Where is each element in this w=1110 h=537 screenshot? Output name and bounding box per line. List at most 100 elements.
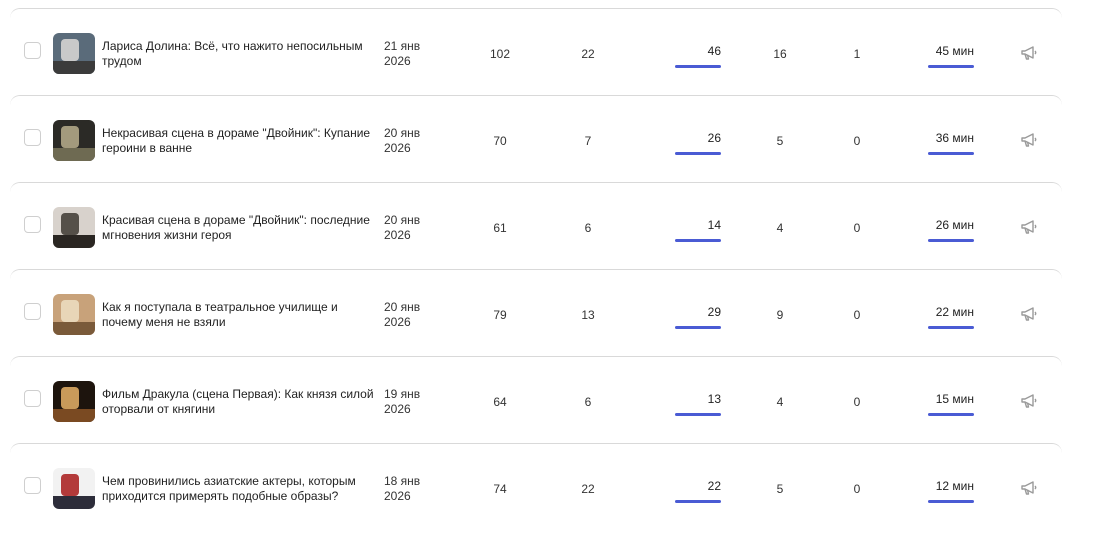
read-time-bar xyxy=(928,152,974,155)
shares-count: 0 xyxy=(853,221,861,235)
read-time-metric: 12 мин xyxy=(928,479,974,503)
megaphone-icon[interactable] xyxy=(1020,132,1038,148)
article-title[interactable]: Красивая сцена в дораме "Двойник": после… xyxy=(102,213,377,243)
read-time-bar xyxy=(928,500,974,503)
comments-count: 7 xyxy=(584,134,592,148)
publish-date-day: 21 янв xyxy=(384,39,421,53)
row-checkbox[interactable] xyxy=(24,42,41,59)
shares-count: 0 xyxy=(853,308,861,322)
read-time: 36 мин xyxy=(935,131,974,145)
read-time: 22 мин xyxy=(935,305,974,319)
likes-count: 5 xyxy=(776,482,784,496)
read-time-metric: 45 мин xyxy=(928,44,974,68)
shares-count: 0 xyxy=(853,395,861,409)
publish-date-day: 18 янв xyxy=(384,474,421,488)
article-title[interactable]: Фильм Дракула (сцена Первая): Как князя … xyxy=(102,387,377,417)
table-row[interactable]: Фильм Дракула (сцена Первая): Как князя … xyxy=(10,356,1062,443)
publish-date-year: 2026 xyxy=(384,489,411,503)
reads-count: 14 xyxy=(707,218,721,232)
views-count: 70 xyxy=(493,134,507,148)
shares-count: 1 xyxy=(853,47,861,61)
reads-bar xyxy=(675,500,721,503)
comments-count: 13 xyxy=(581,308,595,322)
likes-count: 16 xyxy=(773,47,787,61)
table-row[interactable]: Как я поступала в театральное училище и … xyxy=(10,269,1062,356)
publish-date-year: 2026 xyxy=(384,54,411,68)
reads-count: 26 xyxy=(707,131,721,145)
reads-count: 29 xyxy=(707,305,721,319)
views-count: 102 xyxy=(489,47,511,61)
read-time-metric: 22 мин xyxy=(928,305,974,329)
read-time-bar xyxy=(928,65,974,68)
publish-date-year: 2026 xyxy=(384,402,411,416)
shares-count: 0 xyxy=(853,482,861,496)
megaphone-icon[interactable] xyxy=(1020,219,1038,235)
publish-date-day: 20 янв xyxy=(384,126,421,140)
likes-count: 9 xyxy=(776,308,784,322)
comments-count: 22 xyxy=(581,47,595,61)
read-time-metric: 26 мин xyxy=(928,218,974,242)
table-row[interactable]: Лариса Долина: Всё, что нажито непосильн… xyxy=(10,8,1062,95)
row-checkbox[interactable] xyxy=(24,303,41,320)
article-thumbnail[interactable] xyxy=(53,120,95,161)
table-row[interactable]: Красивая сцена в дораме "Двойник": после… xyxy=(10,182,1062,269)
publish-date-year: 2026 xyxy=(384,228,411,242)
publish-date: 20 янв 2026 xyxy=(384,300,444,330)
reads-bar xyxy=(675,65,721,68)
publish-date: 18 янв 2026 xyxy=(384,474,444,504)
publish-date-day: 20 янв xyxy=(384,213,421,227)
reads-bar xyxy=(675,152,721,155)
article-thumbnail[interactable] xyxy=(53,33,95,74)
views-count: 61 xyxy=(493,221,507,235)
publish-date-day: 19 янв xyxy=(384,387,421,401)
article-title[interactable]: Некрасивая сцена в дораме "Двойник": Куп… xyxy=(102,126,377,156)
views-count: 64 xyxy=(493,395,507,409)
article-thumbnail[interactable] xyxy=(53,207,95,248)
publish-date-year: 2026 xyxy=(384,315,411,329)
article-thumbnail[interactable] xyxy=(53,381,95,422)
article-thumbnail[interactable] xyxy=(53,294,95,335)
publish-date: 19 янв 2026 xyxy=(384,387,444,417)
megaphone-icon[interactable] xyxy=(1020,393,1038,409)
megaphone-icon[interactable] xyxy=(1020,480,1038,496)
views-count: 74 xyxy=(493,482,507,496)
reads-count: 13 xyxy=(707,392,721,406)
reads-metric: 13 xyxy=(675,392,721,416)
table-row[interactable]: Некрасивая сцена в дораме "Двойник": Куп… xyxy=(10,95,1062,182)
reads-metric: 26 xyxy=(675,131,721,155)
reads-metric: 14 xyxy=(675,218,721,242)
row-checkbox[interactable] xyxy=(24,477,41,494)
likes-count: 4 xyxy=(776,395,784,409)
read-time: 12 мин xyxy=(935,479,974,493)
reads-bar xyxy=(675,413,721,416)
reads-count: 22 xyxy=(707,479,721,493)
article-title[interactable]: Как я поступала в театральное училище и … xyxy=(102,300,377,330)
shares-count: 0 xyxy=(853,134,861,148)
comments-count: 6 xyxy=(584,395,592,409)
reads-bar xyxy=(675,326,721,329)
publish-date: 20 янв 2026 xyxy=(384,126,444,156)
read-time: 15 мин xyxy=(935,392,974,406)
read-time-bar xyxy=(928,239,974,242)
read-time-metric: 15 мин xyxy=(928,392,974,416)
megaphone-icon[interactable] xyxy=(1020,306,1038,322)
read-time-metric: 36 мин xyxy=(928,131,974,155)
views-count: 79 xyxy=(493,308,507,322)
comments-count: 22 xyxy=(581,482,595,496)
read-time: 45 мин xyxy=(935,44,974,58)
likes-count: 5 xyxy=(776,134,784,148)
reads-metric: 46 xyxy=(675,44,721,68)
article-title[interactable]: Лариса Долина: Всё, что нажито непосильн… xyxy=(102,39,377,69)
likes-count: 4 xyxy=(776,221,784,235)
megaphone-icon[interactable] xyxy=(1020,45,1038,61)
read-time-bar xyxy=(928,326,974,329)
publish-date: 21 янв 2026 xyxy=(384,39,444,69)
row-checkbox[interactable] xyxy=(24,216,41,233)
reads-bar xyxy=(675,239,721,242)
row-checkbox[interactable] xyxy=(24,129,41,146)
article-thumbnail[interactable] xyxy=(53,468,95,509)
table-row[interactable]: Чем провинились азиатские актеры, которы… xyxy=(10,443,1062,530)
article-title[interactable]: Чем провинились азиатские актеры, которы… xyxy=(102,474,377,504)
read-time: 26 мин xyxy=(935,218,974,232)
row-checkbox[interactable] xyxy=(24,390,41,407)
